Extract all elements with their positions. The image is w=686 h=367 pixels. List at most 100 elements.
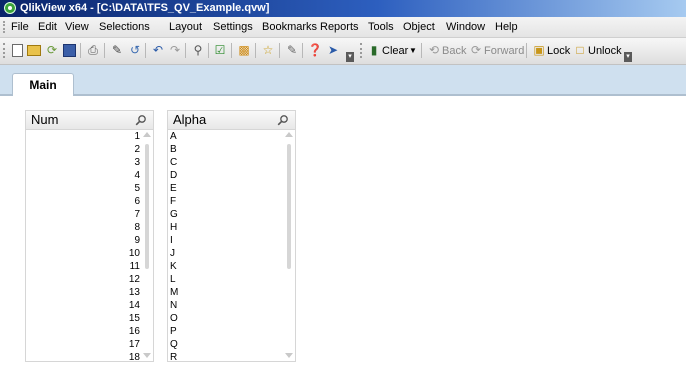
undo-icon[interactable]: ↶ — [150, 42, 166, 58]
list-item[interactable]: H — [168, 221, 283, 234]
list-item[interactable]: O — [168, 312, 283, 325]
menu-bookmarks[interactable]: Bookmarks — [262, 20, 317, 34]
list-item[interactable]: D — [168, 169, 283, 182]
lock-button[interactable]: Lock — [547, 44, 570, 58]
tab-main[interactable]: Main — [12, 73, 74, 96]
list-item[interactable]: C — [168, 156, 283, 169]
toolbar-separator — [526, 43, 527, 58]
menu-file[interactable]: File — [11, 20, 29, 34]
list-item[interactable]: A — [168, 130, 283, 143]
unlock-button[interactable]: Unlock — [588, 44, 622, 58]
toolbar-separator — [255, 43, 256, 58]
list-item[interactable]: L — [168, 273, 283, 286]
list-item[interactable]: 9 — [26, 234, 141, 247]
list-item[interactable]: 6 — [26, 195, 141, 208]
search-icon[interactable]: ⚲ — [190, 42, 206, 58]
menu-object[interactable]: Object — [403, 20, 435, 34]
toolbar-grip[interactable] — [360, 43, 364, 58]
sheet-tab-bar: Main — [0, 65, 686, 96]
list-item[interactable]: K — [168, 260, 283, 273]
list-item[interactable]: M — [168, 286, 283, 299]
properties-icon[interactable]: ✎ — [284, 42, 300, 58]
toolbar-grip[interactable] — [3, 43, 7, 58]
list-item[interactable]: 5 — [26, 182, 141, 195]
listbox-caption[interactable]: Num — [26, 111, 153, 130]
list-item[interactable]: E — [168, 182, 283, 195]
list-item[interactable]: G — [168, 208, 283, 221]
list-item[interactable]: J — [168, 247, 283, 260]
clear-button[interactable]: Clear — [382, 44, 408, 58]
menu-edit[interactable]: Edit — [38, 20, 57, 34]
search-icon[interactable] — [277, 114, 289, 126]
menu-view[interactable]: View — [65, 20, 89, 34]
list-item[interactable]: N — [168, 299, 283, 312]
list-item[interactable]: 17 — [26, 338, 141, 351]
menu-settings[interactable]: Settings — [213, 20, 253, 34]
open-server-icon[interactable]: ⟳ — [44, 42, 60, 58]
menu-window[interactable]: Window — [446, 20, 485, 34]
reload-icon[interactable]: ↺ — [127, 42, 143, 58]
list-item[interactable]: I — [168, 234, 283, 247]
list-item[interactable]: 2 — [26, 143, 141, 156]
list-item[interactable]: 8 — [26, 221, 141, 234]
open-folder-icon[interactable] — [26, 42, 42, 58]
list-item[interactable]: 11 — [26, 260, 141, 273]
list-item[interactable]: F — [168, 195, 283, 208]
forward-button[interactable]: Forward — [484, 44, 524, 58]
scroll-up-arrow-icon[interactable] — [285, 132, 293, 137]
new-sheet-object-icon[interactable]: ▩ — [236, 42, 252, 58]
list-item[interactable]: 12 — [26, 273, 141, 286]
add-bookmark-icon[interactable]: ☆ — [260, 42, 276, 58]
list-item[interactable]: 13 — [26, 286, 141, 299]
search-icon[interactable] — [135, 114, 147, 126]
context-help-icon[interactable]: ➤ — [325, 42, 341, 58]
redo-icon[interactable]: ↷ — [167, 42, 183, 58]
list-item[interactable]: 15 — [26, 312, 141, 325]
list-item[interactable]: 3 — [26, 156, 141, 169]
list-item[interactable]: P — [168, 325, 283, 338]
list-item[interactable]: 18 — [26, 351, 141, 364]
menu-grip[interactable] — [3, 21, 7, 33]
menu-layout[interactable]: Layout — [169, 20, 202, 34]
clear-dropdown-arrow-icon[interactable]: ▼ — [409, 44, 417, 58]
scrollbar-thumb[interactable] — [287, 144, 291, 269]
list-item[interactable]: Q — [168, 338, 283, 351]
print-icon[interactable]: ⎙ — [85, 42, 101, 58]
list-item[interactable]: R — [168, 351, 283, 364]
edit-script-icon[interactable]: ✎ — [109, 42, 125, 58]
new-document-icon[interactable] — [9, 42, 25, 58]
help-icon[interactable]: ❓ — [307, 42, 323, 58]
list-item[interactable]: 4 — [26, 169, 141, 182]
clear-icon[interactable]: ▮ — [366, 42, 382, 58]
select-fields-icon[interactable]: ☑ — [212, 42, 228, 58]
unlock-icon: □ — [576, 43, 584, 57]
list-item[interactable]: 7 — [26, 208, 141, 221]
listbox-scrollbar[interactable] — [141, 130, 153, 359]
list-item[interactable]: 1 — [26, 130, 141, 143]
window-titlebar: QlikView x64 - [C:\DATA\TFS_QV_Example.q… — [0, 0, 686, 17]
listbox-alpha[interactable]: Alpha A B C D E F G H I J K L M N O P Q … — [167, 110, 296, 364]
list-item[interactable]: 14 — [26, 299, 141, 312]
menu-reports[interactable]: Reports — [320, 20, 359, 34]
list-item[interactable]: 16 — [26, 325, 141, 338]
list-item[interactable]: B — [168, 143, 283, 156]
scrollbar-thumb[interactable] — [145, 144, 149, 269]
save-icon[interactable] — [61, 42, 77, 58]
list-item[interactable]: 10 — [26, 247, 141, 260]
menu-selections[interactable]: Selections — [99, 20, 150, 34]
back-button[interactable]: Back — [442, 44, 466, 58]
qlikview-app-icon[interactable] — [4, 2, 16, 14]
toolbar-separator — [145, 43, 146, 58]
listbox-scrollbar[interactable] — [283, 130, 295, 359]
listbox-num[interactable]: Num 1 2 3 4 5 6 7 8 9 10 11 12 13 14 15 … — [25, 110, 154, 364]
menu-tools[interactable]: Tools — [368, 20, 394, 34]
menu-help[interactable]: Help — [495, 20, 518, 34]
lock-icon: ▣ — [533, 43, 545, 57]
scroll-down-arrow-icon[interactable] — [143, 353, 151, 358]
scroll-up-arrow-icon[interactable] — [143, 132, 151, 137]
listbox-caption[interactable]: Alpha — [168, 111, 295, 130]
toolbar-overflow-chevron[interactable]: ▾ — [624, 52, 632, 62]
scroll-down-arrow-icon[interactable] — [285, 353, 293, 358]
toolbar-overflow-chevron[interactable]: ▾ — [346, 52, 354, 62]
toolbar-separator — [231, 43, 232, 58]
